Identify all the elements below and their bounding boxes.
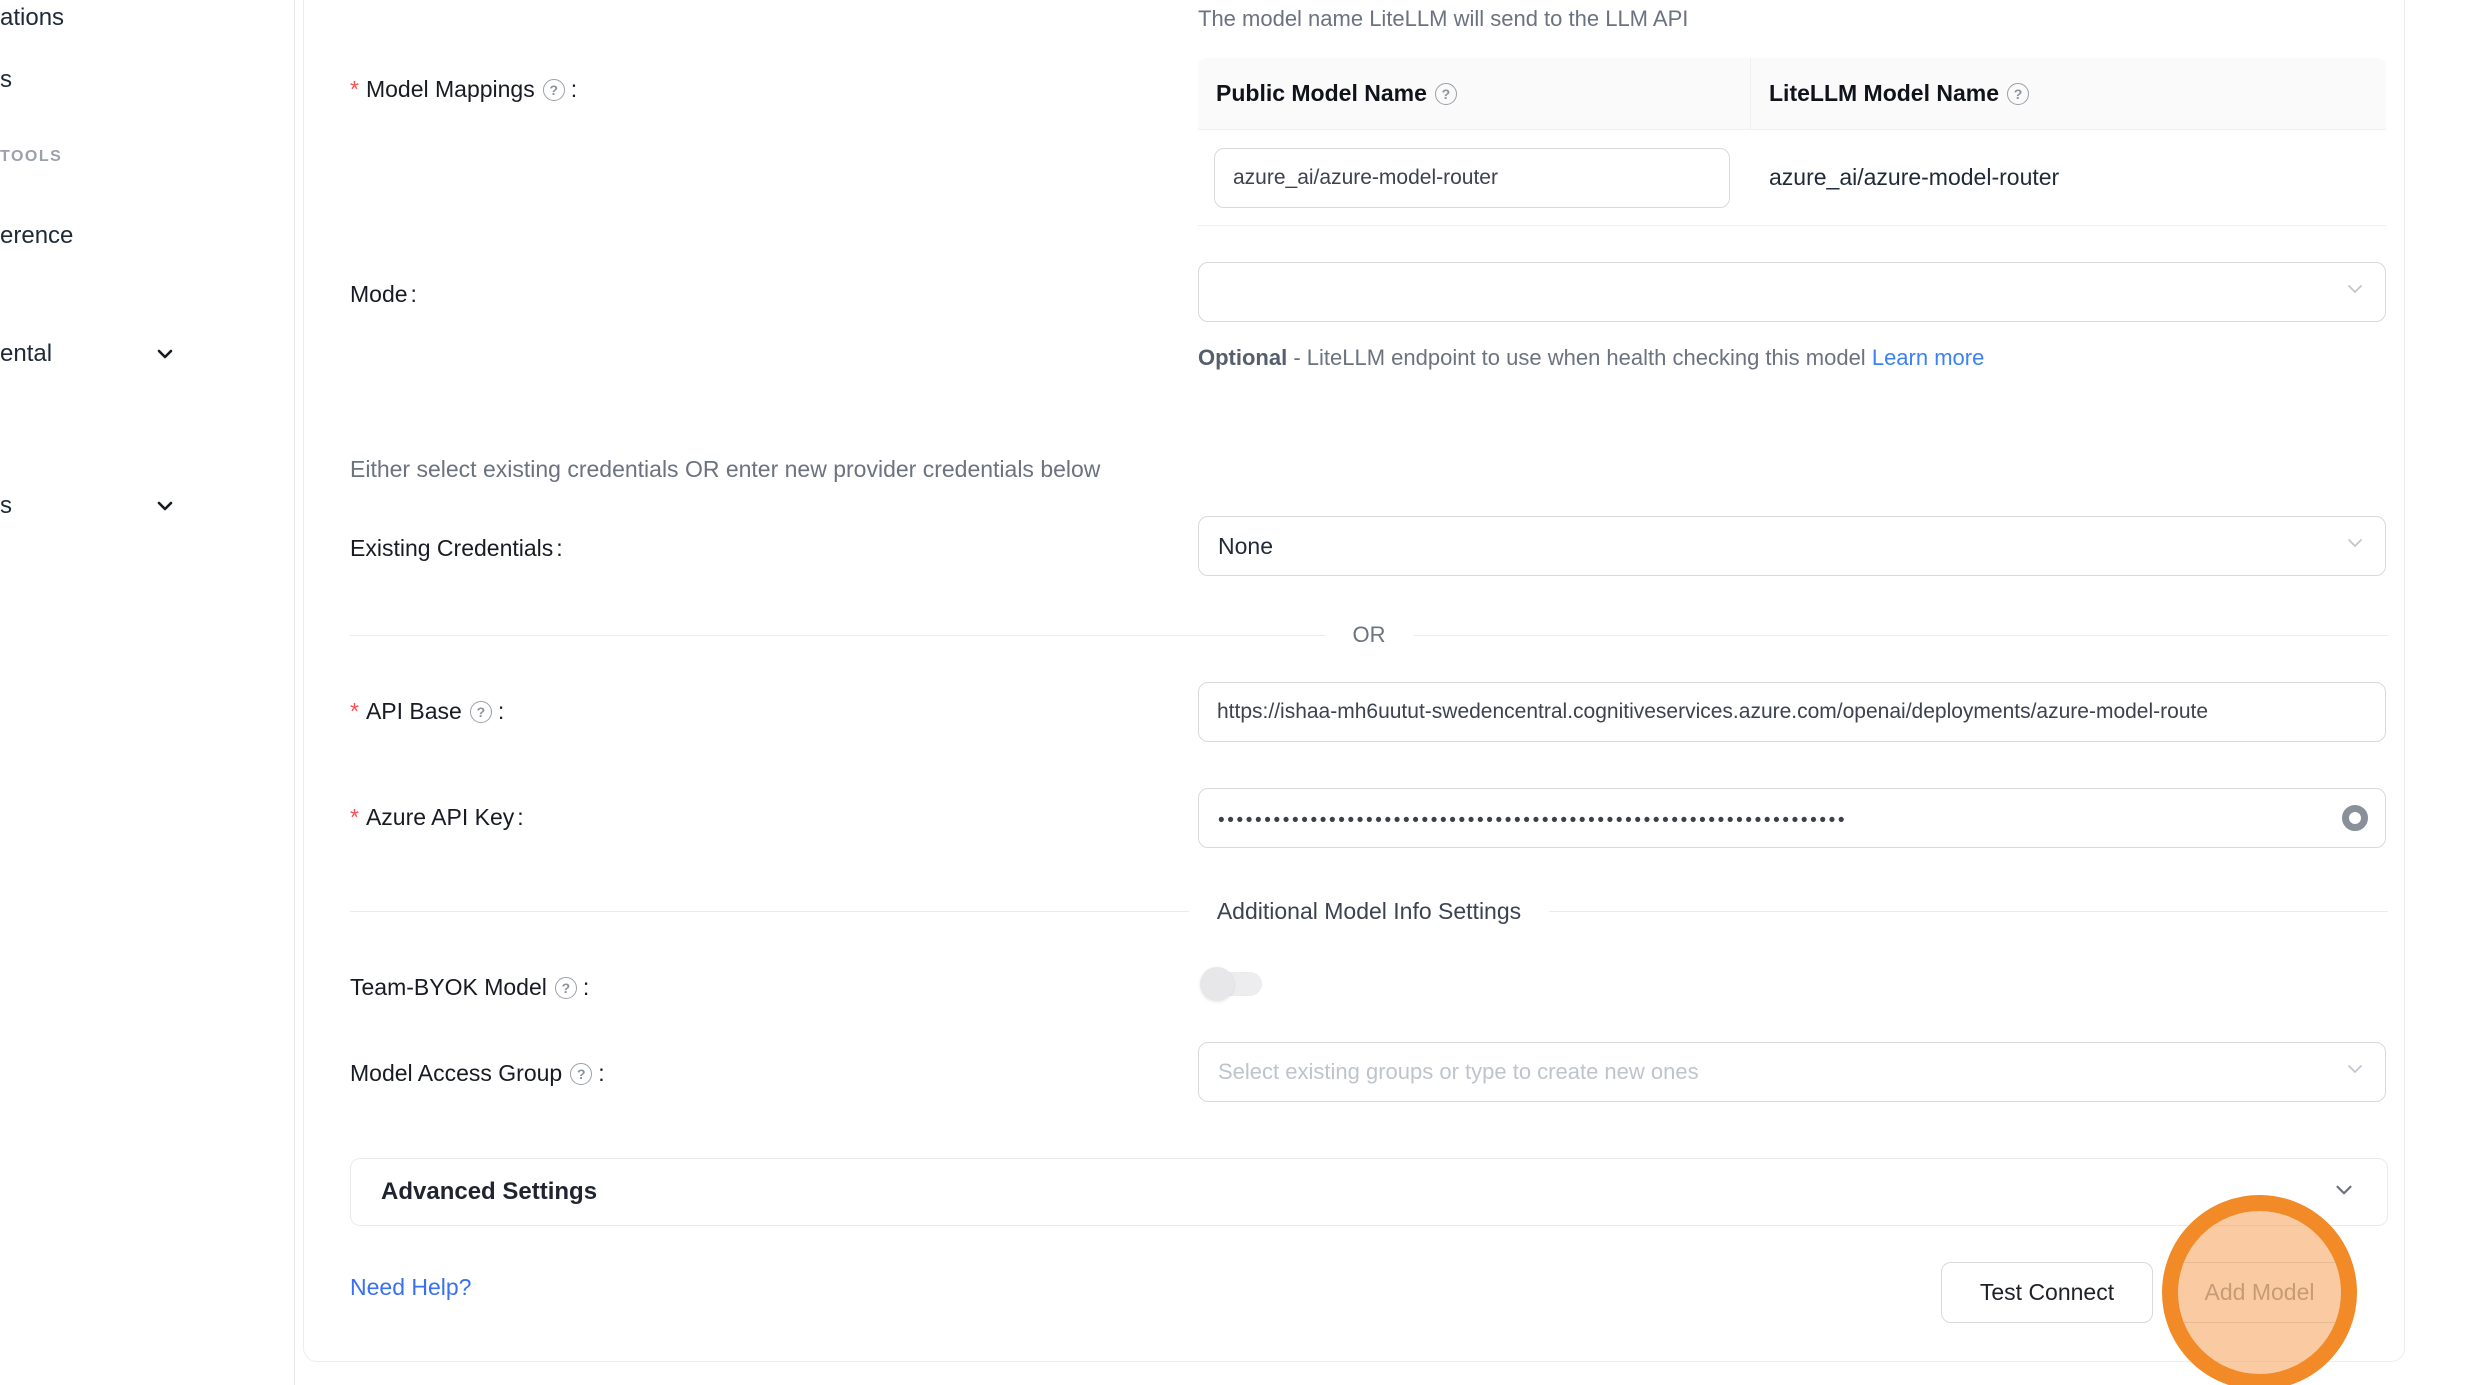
- column-header-litellm-model-name: LiteLLM Model Name ?: [1750, 58, 2386, 129]
- or-divider: OR: [350, 622, 2388, 648]
- model-access-group-placeholder: Select existing groups or type to create…: [1218, 1059, 1699, 1085]
- help-question-icon[interactable]: ?: [555, 977, 577, 999]
- learn-more-link[interactable]: Learn more: [1872, 345, 1985, 370]
- help-question-icon[interactable]: ?: [1435, 83, 1457, 105]
- test-connect-button[interactable]: Test Connect: [1941, 1262, 2153, 1323]
- chevron-down-icon: [2344, 278, 2366, 306]
- additional-settings-divider: Additional Model Info Settings: [350, 898, 2388, 925]
- help-question-icon[interactable]: ?: [543, 79, 565, 101]
- azure-api-key-label: * Azure API Key :: [350, 804, 524, 831]
- advanced-settings-panel[interactable]: Advanced Settings: [350, 1158, 2388, 1226]
- team-byok-toggle[interactable]: [1200, 966, 1266, 1002]
- litellm-model-name-value: azure_ai/azure-model-router: [1750, 164, 2386, 191]
- chevron-down-icon: [2344, 532, 2366, 560]
- api-base-input[interactable]: [1198, 682, 2386, 742]
- mode-select[interactable]: [1198, 262, 2386, 322]
- existing-credentials-select[interactable]: None: [1198, 516, 2386, 576]
- table-row: azure_ai/azure-model-router: [1198, 130, 2386, 226]
- chevron-down-icon: [2331, 1177, 2357, 1208]
- azure-api-key-input[interactable]: ••••••••••••••••••••••••••••••••••••••••…: [1198, 788, 2386, 848]
- column-header-public-model-name: Public Model Name ?: [1198, 80, 1750, 107]
- model-mappings-table: Public Model Name ? LiteLLM Model Name ?…: [1198, 58, 2386, 226]
- sidebar-item-5[interactable]: s: [0, 492, 12, 520]
- model-access-group-label: Model Access Group ? :: [350, 1060, 605, 1087]
- required-mark: *: [350, 76, 359, 103]
- chevron-down-icon[interactable]: [153, 342, 177, 371]
- advanced-settings-title: Advanced Settings: [381, 1178, 597, 1206]
- existing-credentials-value: None: [1218, 533, 1273, 560]
- model-name-hint: The model name LiteLLM will send to the …: [1198, 6, 1688, 32]
- sidebar-item-inference[interactable]: erence: [0, 222, 73, 250]
- help-question-icon[interactable]: ?: [2007, 83, 2029, 105]
- public-model-name-input[interactable]: [1214, 148, 1730, 208]
- required-mark: *: [350, 804, 359, 831]
- help-question-icon[interactable]: ?: [570, 1063, 592, 1085]
- sidebar-item-1[interactable]: s: [0, 66, 12, 94]
- sidebar-section-tools: TOOLS: [0, 148, 62, 166]
- show-password-eye-icon[interactable]: [2342, 805, 2368, 831]
- team-byok-label: Team-BYOK Model ? :: [350, 974, 589, 1001]
- api-base-label: * API Base ? :: [350, 698, 504, 725]
- existing-credentials-label: Existing Credentials :: [350, 535, 563, 562]
- credentials-note: Either select existing credentials OR en…: [350, 456, 1100, 483]
- help-question-icon[interactable]: ?: [470, 701, 492, 723]
- sidebar-item-organizations[interactable]: ations: [0, 4, 64, 32]
- need-help-link[interactable]: Need Help?: [350, 1274, 471, 1301]
- required-mark: *: [350, 698, 359, 725]
- chevron-down-icon[interactable]: [153, 494, 177, 523]
- sidebar: ations s TOOLS erence ental s: [0, 0, 295, 1385]
- sidebar-item-experimental[interactable]: ental: [0, 340, 52, 368]
- model-mappings-label: * Model Mappings ? :: [350, 76, 577, 103]
- chevron-down-icon: [2344, 1058, 2366, 1086]
- model-access-group-select[interactable]: Select existing groups or type to create…: [1198, 1042, 2386, 1102]
- mode-help-text: Optional - LiteLLM endpoint to use when …: [1198, 338, 2024, 378]
- add-model-form-screen: ations s TOOLS erence ental s The model …: [0, 0, 2477, 1385]
- mode-label: Mode :: [350, 281, 417, 308]
- add-model-button[interactable]: Add Model: [2169, 1262, 2350, 1323]
- model-mappings-table-header: Public Model Name ? LiteLLM Model Name ?: [1198, 58, 2386, 130]
- masked-password-value: ••••••••••••••••••••••••••••••••••••••••…: [1218, 804, 1847, 832]
